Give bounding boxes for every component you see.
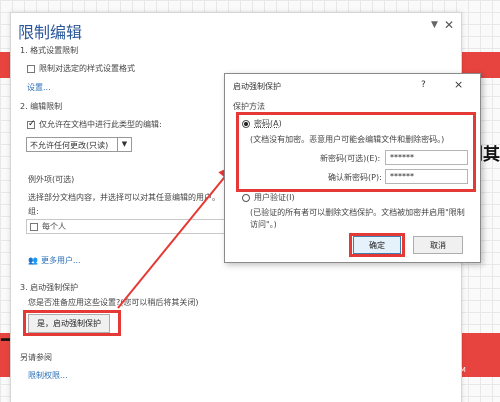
confirm-password-input[interactable]: ****** bbox=[385, 169, 468, 184]
help-icon[interactable]: ? bbox=[421, 80, 426, 90]
protection-method-heading: 保护方法 bbox=[233, 102, 265, 111]
watermark: 溜溜自学 ZIXUE.3D66.COM bbox=[352, 336, 472, 386]
close-icon[interactable]: × bbox=[454, 78, 463, 91]
watermark-brand: 溜溜自学 bbox=[390, 348, 455, 367]
password-option[interactable]: 密码(A) bbox=[242, 118, 282, 129]
user-auth-label: 用户验证(I) bbox=[254, 193, 295, 202]
dialog-title: 启动强制保护 bbox=[233, 82, 281, 91]
cancel-button[interactable]: 取消 bbox=[413, 236, 463, 254]
user-auth-desc: (已验证的所有者可以删除文档保护。文档被加密并启用"限制访问"。) bbox=[250, 208, 465, 229]
ok-button[interactable]: 确定 bbox=[353, 236, 401, 254]
new-password-input[interactable]: ****** bbox=[385, 150, 468, 165]
play-logo-icon bbox=[354, 346, 384, 376]
user-auth-radio[interactable] bbox=[242, 193, 250, 202]
password-option-label: 密码(A) bbox=[254, 119, 282, 128]
user-auth-option[interactable]: 用户验证(I) bbox=[242, 192, 295, 203]
watermark-url: ZIXUE.3D66.COM bbox=[392, 366, 467, 374]
password-desc: (文档没有加密。恶意用户可能会编辑文件和删除密码。) bbox=[250, 135, 445, 144]
confirm-password-label: 确认新密码(P): bbox=[328, 173, 382, 182]
new-password-label: 新密码(可选)(E): bbox=[320, 154, 381, 163]
password-radio[interactable] bbox=[242, 119, 250, 128]
arrow-to-dialog bbox=[117, 164, 235, 309]
